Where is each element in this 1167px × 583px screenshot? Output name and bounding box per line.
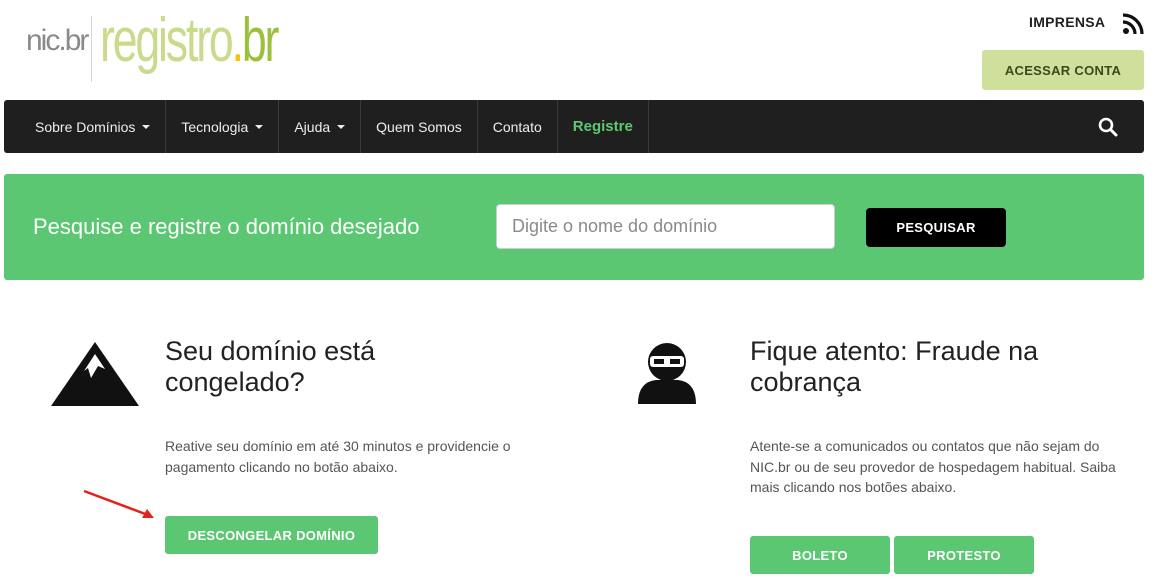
nav-item-label: Registre — [572, 118, 633, 135]
nic-br-logo[interactable]: nic.br — [26, 24, 89, 58]
ninja-icon — [638, 343, 696, 404]
nav-item-registre[interactable]: Registre — [558, 100, 649, 153]
caret-down-icon — [255, 124, 264, 129]
imprensa-link[interactable]: IMPRENSA — [1029, 14, 1105, 30]
caret-down-icon — [337, 124, 346, 129]
nav-item-label: Contato — [492, 118, 542, 135]
fraud-warning-text: Atente-se a comunicados ou contatos que … — [750, 438, 1116, 495]
nav-item-quem-somos[interactable]: Quem Somos — [361, 100, 478, 153]
domain-search-banner: Pesquise e registre o domínio desejado P… — [4, 174, 1144, 280]
banner-title: Pesquise e registre o domínio desejado — [33, 214, 420, 239]
mountain-icon — [51, 342, 139, 406]
search-icon[interactable] — [1098, 117, 1118, 137]
registro-br-logo[interactable]: registro.br — [100, 10, 279, 72]
caret-down-icon — [142, 124, 151, 129]
frozen-domain-title: Seu domínio está congelado? — [165, 336, 376, 397]
nav-item-label: Ajuda — [294, 118, 331, 135]
fraud-warning-title: Fique atento: Fraude na cobrança — [750, 336, 1039, 397]
protesto-button[interactable]: PROTESTO — [894, 536, 1034, 574]
descongelar-dominio-button[interactable]: DESCONGELAR DOMÍNIO — [165, 516, 378, 554]
nav-item-label: Sobre Domínios — [35, 118, 136, 135]
logo-divider — [91, 16, 92, 82]
acessar-conta-button[interactable]: ACESSAR CONTA — [982, 50, 1144, 90]
domain-search-input[interactable] — [496, 204, 835, 249]
frozen-domain-text: Reative seu domínio em até 30 minutos e … — [165, 438, 511, 475]
nav-item-sobre-dominios[interactable]: Sobre Domínios — [4, 100, 167, 153]
red-arrow-icon — [83, 489, 154, 518]
nav-item-tecnologia[interactable]: Tecnologia — [166, 100, 280, 153]
main-navbar: Sobre Domínios Tecnologia Ajuda Quem Som… — [4, 100, 1144, 153]
nav-item-label: Quem Somos — [376, 118, 462, 135]
nav-item-contato[interactable]: Contato — [478, 100, 558, 153]
boleto-button[interactable]: BOLETO — [750, 536, 890, 574]
rss-icon[interactable] — [1122, 13, 1144, 35]
nav-item-ajuda[interactable]: Ajuda — [279, 100, 362, 153]
pesquisar-button[interactable]: PESQUISAR — [866, 208, 1006, 247]
nav-item-label: Tecnologia — [181, 118, 249, 135]
